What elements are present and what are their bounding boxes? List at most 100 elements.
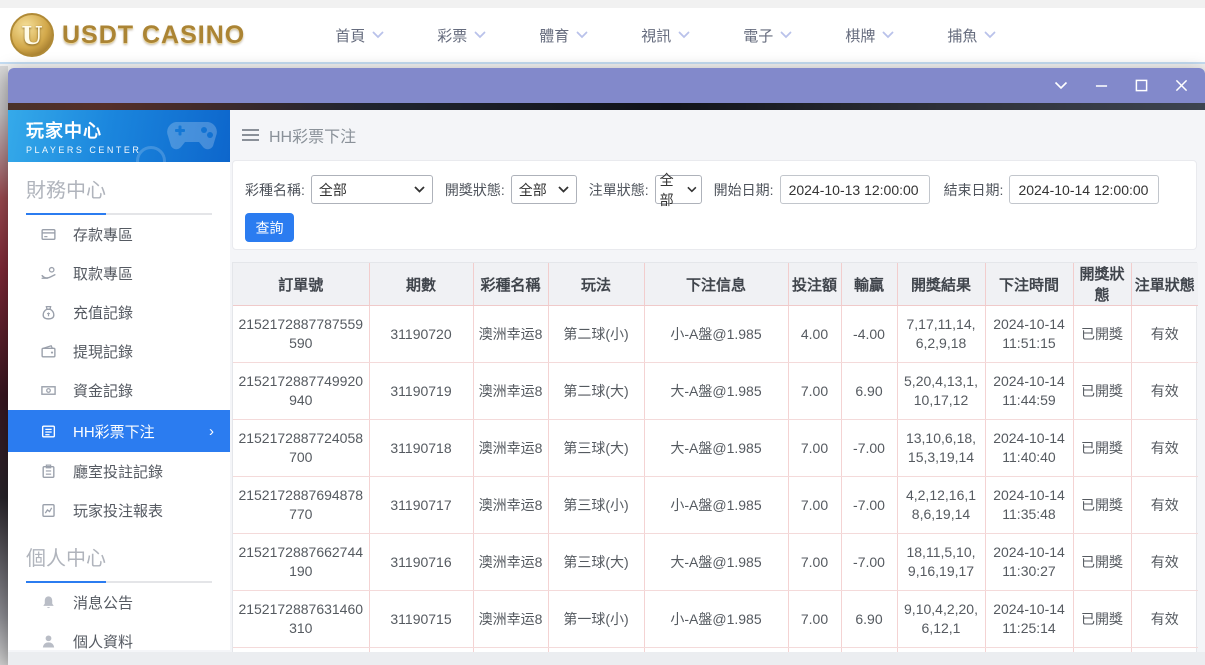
table-cell: 2152172887662744190 — [233, 534, 369, 591]
maximize-icon[interactable] — [1133, 78, 1149, 94]
table-cell: 有效 — [1131, 420, 1198, 477]
nav-item[interactable]: 捕魚 — [947, 25, 996, 46]
order-status-select[interactable]: 全部 — [655, 175, 702, 204]
sidebar-item[interactable]: 取款專區 — [8, 254, 230, 293]
table-cell: 2024-10-14 11:35:48 — [985, 477, 1073, 534]
sidebar-item-label: 取款專區 — [73, 263, 133, 284]
player-center-window: 玩家中心 PLAYERS CENTER 財務中心 存款專區 — [8, 68, 1205, 665]
table-cell: 6.90 — [841, 591, 897, 648]
table-cell: 第三球(大) — [548, 534, 644, 591]
table-cell: 已開獎 — [1073, 477, 1131, 534]
sidebar-item[interactable]: 廳室投註記錄 — [8, 452, 230, 491]
start-date-input[interactable] — [780, 175, 930, 204]
deposit-card-icon — [40, 226, 57, 243]
bet-list-icon — [40, 423, 57, 440]
nav-item[interactable]: 體育 — [539, 25, 588, 46]
table-cell: 已開獎 — [1073, 534, 1131, 591]
table-header-cell: 投注額 — [788, 263, 841, 306]
table-cell: 7.00 — [788, 363, 841, 420]
sidebar-item[interactable]: 個人資料 — [8, 622, 230, 650]
query-button[interactable]: 查詢 — [245, 213, 294, 242]
hamburger-icon[interactable] — [242, 129, 259, 141]
table-header-cell: 輸贏 — [841, 263, 897, 306]
sidebar-item[interactable]: 消息公告 — [8, 583, 230, 622]
nav-item[interactable]: 電子 — [743, 25, 792, 46]
collapse-icon[interactable] — [1053, 78, 1069, 94]
lottery-name-label: 彩種名稱: — [245, 180, 305, 200]
sidebar-item-label: HH彩票下注 — [73, 421, 155, 442]
table-cell: 7.00 — [788, 534, 841, 591]
table-cell: 澳洲幸运8 — [473, 306, 548, 363]
gamepad-icon — [166, 118, 218, 152]
sidebar-item[interactable]: 玩家投注報表 — [8, 491, 230, 530]
table-cell: 31190718 — [369, 420, 473, 477]
page-title: HH彩票下注 — [269, 123, 356, 147]
table-cell: 2152172887787559590 — [233, 306, 369, 363]
table-cell: 7.00 — [788, 420, 841, 477]
lottery-name-select[interactable]: 全部 — [311, 175, 433, 204]
minimize-icon[interactable] — [1093, 78, 1109, 94]
nav-item-label: 彩票 — [437, 25, 467, 46]
nav-item-label: 捕魚 — [947, 25, 977, 46]
report-chart-icon — [40, 502, 57, 519]
bets-table-card: 訂單號期數彩種名稱玩法下注信息投注額輸贏開獎結果下注時間開獎狀態注單狀態 215… — [232, 262, 1197, 665]
nav-item[interactable]: 彩票 — [437, 25, 486, 46]
table-cell: 第三球(大) — [548, 420, 644, 477]
table-cell: 大-A盤@1.985 — [644, 420, 788, 477]
table-cell: 5,20,4,13,1,10,17,12 — [897, 363, 985, 420]
nav-item-label: 視訊 — [641, 25, 671, 46]
table-cell: 已開獎 — [1073, 363, 1131, 420]
nav-item[interactable]: 視訊 — [641, 25, 690, 46]
sidebar-item[interactable]: 存款專區 — [8, 215, 230, 254]
table-cell: 2024-10-14 11:51:15 — [985, 306, 1073, 363]
table-cell: -4.00 — [841, 306, 897, 363]
nav-item[interactable]: 首頁 — [335, 25, 384, 46]
sidebar-item[interactable]: 充值記錄 — [8, 293, 230, 332]
table-header-cell: 期數 — [369, 263, 473, 306]
chevron-down-icon — [414, 186, 425, 193]
clipboard-icon — [40, 463, 57, 480]
table-cell: -7.00 — [841, 534, 897, 591]
table-cell: 已開獎 — [1073, 420, 1131, 477]
table-header-cell: 開獎結果 — [897, 263, 985, 306]
table-cell: 31190720 — [369, 306, 473, 363]
table-cell: 18,11,5,10,9,16,19,17 — [897, 534, 985, 591]
table-cell: 有效 — [1131, 534, 1198, 591]
sidebar-finance-items: 存款專區 取款專區 充值記錄 提現記錄 資金記錄 — [8, 215, 230, 530]
table-row: 215217288772405870031190718澳洲幸运8第三球(大)大-… — [233, 420, 1198, 477]
sidebar-item[interactable]: HH彩票下注 › — [8, 410, 230, 452]
window-top-band — [8, 103, 1205, 110]
table-cell: 2024-10-14 11:40:40 — [985, 420, 1073, 477]
table-row: 215217288763146031031190715澳洲幸运8第一球(小)小-… — [233, 591, 1198, 648]
table-cell: 有效 — [1131, 363, 1198, 420]
table-cell: 13,10,6,18,15,3,19,14 — [897, 420, 985, 477]
start-date-label: 開始日期: — [714, 180, 774, 200]
chevron-down-icon — [984, 31, 996, 39]
table-cell: 31190719 — [369, 363, 473, 420]
order-status-label: 注單狀態: — [589, 180, 649, 200]
end-date-input[interactable] — [1009, 175, 1159, 204]
moneybag-icon — [40, 304, 57, 321]
table-cell: 9,10,4,2,20,6,12,1 — [897, 591, 985, 648]
withdraw-hand-icon — [40, 265, 57, 282]
close-icon[interactable] — [1173, 78, 1189, 94]
table-cell: 31190717 — [369, 477, 473, 534]
table-header-cell: 開獎狀態 — [1073, 263, 1131, 306]
nav-item[interactable]: 棋牌 — [845, 25, 894, 46]
table-cell: 澳洲幸运8 — [473, 591, 548, 648]
table-cell: 2152172887631460310 — [233, 591, 369, 648]
chevron-down-icon — [576, 31, 588, 39]
sidebar-item[interactable]: 提現記錄 — [8, 332, 230, 371]
sidebar: 玩家中心 PLAYERS CENTER 財務中心 存款專區 — [8, 110, 230, 650]
table-body: 215217288778755959031190720澳洲幸运8第二球(小)小-… — [233, 306, 1198, 665]
table-header-row: 訂單號期數彩種名稱玩法下注信息投注額輸贏開獎結果下注時間開獎狀態注單狀態 — [233, 263, 1198, 306]
sidebar-personal-items: 消息公告 個人資料 — [8, 583, 230, 650]
table-row: 215217288766274419031190716澳洲幸运8第三球(大)大-… — [233, 534, 1198, 591]
chevron-down-icon — [372, 31, 384, 39]
brand-logo[interactable]: U USDT CASINO — [10, 13, 245, 57]
draw-status-select[interactable]: 全部 — [511, 175, 577, 204]
sidebar-item-label: 充值記錄 — [73, 302, 133, 323]
sidebar-item[interactable]: 資金記錄 — [8, 371, 230, 410]
table-cell: 4.00 — [788, 306, 841, 363]
chevron-down-icon — [678, 31, 690, 39]
